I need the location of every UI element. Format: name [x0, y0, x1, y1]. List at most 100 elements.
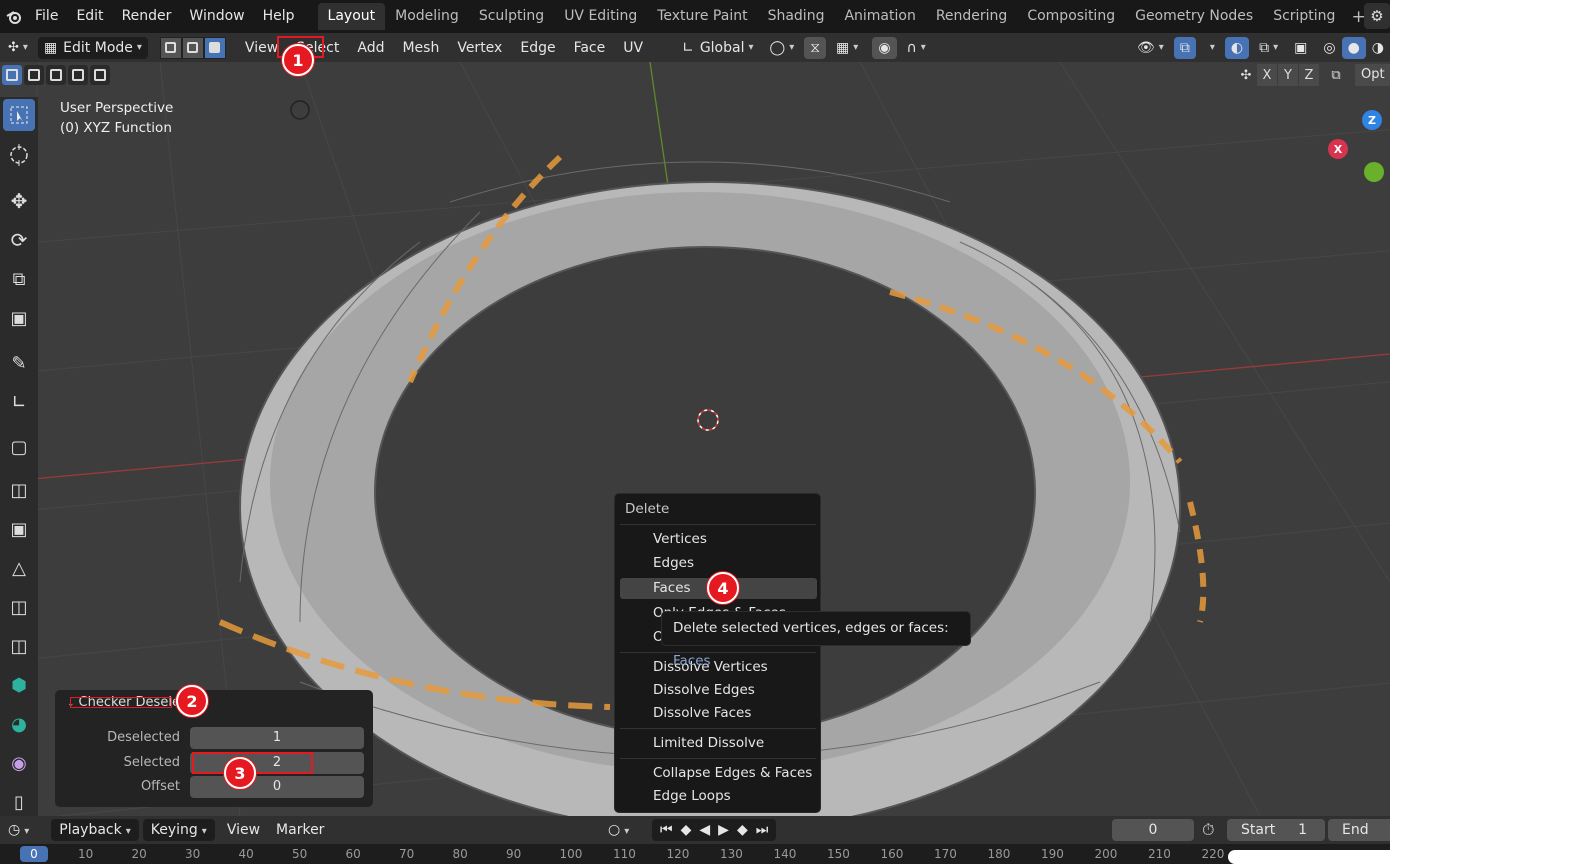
- tab-geometry-nodes[interactable]: Geometry Nodes: [1125, 3, 1263, 30]
- current-frame-indicator[interactable]: 0: [20, 846, 48, 862]
- gizmo-dropdown-icon[interactable]: ▾: [1200, 37, 1221, 59]
- stopwatch-icon[interactable]: ⏱: [1202, 820, 1214, 840]
- snap-target-icon[interactable]: ▦ ▾: [830, 37, 864, 59]
- tab-rendering[interactable]: Rendering: [926, 3, 1018, 30]
- menu-item-dissolve-vertices[interactable]: Dissolve Vertices: [620, 657, 817, 678]
- jump-keyframe-forward-icon[interactable]: ◆: [733, 822, 752, 838]
- menu-render[interactable]: Render: [113, 0, 181, 33]
- tab-modeling[interactable]: Modeling: [385, 3, 469, 30]
- mode-dropdown[interactable]: ▦ Edit Mode ▾: [37, 36, 148, 59]
- tab-texture-paint[interactable]: Texture Paint: [647, 3, 757, 30]
- deselected-field[interactable]: 1: [190, 727, 364, 749]
- add-cube-tool-icon[interactable]: ▢: [3, 431, 35, 463]
- poly-build-tool-icon[interactable]: ⬢: [3, 669, 35, 701]
- menu-item-edges[interactable]: Edges: [620, 553, 817, 574]
- pivot-icon[interactable]: ◯ ▾: [764, 37, 801, 59]
- visibility-icon[interactable]: 👁 ▾: [1131, 37, 1170, 59]
- overlays-dropdown-icon[interactable]: ⧉ ▾: [1253, 37, 1284, 59]
- move-tool-icon[interactable]: ✥: [3, 185, 35, 217]
- menu-item-edge-loops[interactable]: Edge Loops: [620, 786, 817, 807]
- transform-tool-icon[interactable]: ▣: [3, 302, 35, 334]
- select-box-tool-icon[interactable]: [3, 99, 35, 131]
- mirror-x-toggle[interactable]: X: [1257, 64, 1277, 86]
- menu-item-dissolve-faces[interactable]: Dissolve Faces: [620, 703, 817, 724]
- timeline-editor-icon[interactable]: ◷ ▾: [0, 822, 37, 838]
- menu-face[interactable]: Face: [565, 37, 615, 59]
- menu-mesh[interactable]: Mesh: [393, 37, 448, 59]
- tab-compositing[interactable]: Compositing: [1017, 3, 1125, 30]
- keying-dropdown[interactable]: Keying ▾: [142, 819, 215, 841]
- menu-window[interactable]: Window: [180, 0, 253, 33]
- auto-merge-icon[interactable]: ⧉: [1326, 64, 1346, 86]
- inset-tool-icon[interactable]: ▣: [3, 513, 35, 545]
- play-reverse-icon[interactable]: ◀: [695, 822, 714, 838]
- xray-icon[interactable]: ▣: [1288, 37, 1313, 59]
- vertex-select-icon[interactable]: [159, 36, 182, 59]
- wireframe-shading-icon[interactable]: ◎: [1317, 37, 1341, 59]
- annotate-tool-icon[interactable]: ✎: [3, 347, 35, 379]
- menu-help[interactable]: Help: [254, 0, 304, 33]
- menu-item-collapse[interactable]: Collapse Edges & Faces: [620, 763, 817, 784]
- proportional-edit-icon[interactable]: ◉: [872, 36, 897, 59]
- solid-shading-icon[interactable]: ●: [1341, 36, 1366, 59]
- tab-sculpting[interactable]: Sculpting: [469, 3, 554, 30]
- loop-cut-tool-icon[interactable]: ◫: [3, 591, 35, 623]
- blender-logo-icon[interactable]: [6, 9, 22, 25]
- start-frame-field[interactable]: Start 1: [1227, 819, 1325, 841]
- scale-tool-icon[interactable]: ⧉: [3, 263, 35, 295]
- menu-add[interactable]: Add: [348, 37, 393, 59]
- knife-tool-icon[interactable]: ◫: [3, 630, 35, 662]
- tab-animation[interactable]: Animation: [834, 3, 925, 30]
- material-shading-icon[interactable]: ◑: [1366, 37, 1390, 59]
- select-subtract-icon[interactable]: [46, 65, 66, 85]
- menu-item-limited-dissolve[interactable]: Limited Dissolve: [620, 733, 817, 754]
- select-new-icon[interactable]: [2, 65, 22, 85]
- end-frame-field[interactable]: End: [1328, 819, 1390, 841]
- select-extend-icon[interactable]: [24, 65, 44, 85]
- bevel-tool-icon[interactable]: △: [3, 552, 35, 584]
- current-frame-field[interactable]: 0: [1112, 819, 1194, 841]
- timeline-view-menu[interactable]: View: [219, 822, 268, 838]
- menu-file[interactable]: File: [26, 0, 67, 33]
- tab-layout[interactable]: Layout: [317, 3, 386, 30]
- tab-scripting[interactable]: Scripting: [1263, 3, 1345, 30]
- extrude-tool-icon[interactable]: ◫: [3, 474, 35, 506]
- cursor-tool-icon[interactable]: [3, 139, 35, 171]
- gizmo-x-axis[interactable]: X: [1328, 139, 1348, 159]
- select-intersect-icon[interactable]: [90, 65, 110, 85]
- shear-tool-icon[interactable]: ▯: [3, 786, 35, 818]
- select-invert-icon[interactable]: [68, 65, 88, 85]
- tab-uv-editing[interactable]: UV Editing: [554, 3, 647, 30]
- editor-type-icon[interactable]: ✣ ▾: [2, 37, 34, 59]
- mirror-z-toggle[interactable]: Z: [1299, 64, 1319, 86]
- falloff-icon[interactable]: ∩ ▾: [901, 37, 932, 59]
- scene-selector-icon[interactable]: ⚙: [1364, 3, 1390, 29]
- menu-item-dissolve-edges[interactable]: Dissolve Edges: [620, 680, 817, 701]
- offset-field[interactable]: 0: [190, 776, 364, 798]
- timeline-ruler[interactable]: 10 20 30 40 50 60 70 80 90 100 110 120 130 140 150 160 1…: [0, 844, 1390, 864]
- auto-keying-icon[interactable]: ○ ▾: [600, 822, 637, 838]
- overlays-toggle-icon[interactable]: ◐: [1224, 36, 1250, 59]
- measure-tool-icon[interactable]: ∟: [3, 386, 35, 418]
- tab-shading[interactable]: Shading: [758, 3, 835, 30]
- menu-edge[interactable]: Edge: [511, 37, 564, 59]
- jump-keyframe-back-icon[interactable]: ◆: [677, 822, 696, 838]
- menu-vertex[interactable]: Vertex: [448, 37, 511, 59]
- timeline-marker-menu[interactable]: Marker: [268, 822, 332, 838]
- menu-uv[interactable]: UV: [614, 37, 652, 59]
- snap-icon[interactable]: ⧖: [804, 36, 827, 59]
- rotate-tool-icon[interactable]: ⟳: [3, 224, 35, 256]
- playback-dropdown[interactable]: Playback ▾: [51, 819, 139, 841]
- menu-edit[interactable]: Edit: [67, 0, 112, 33]
- play-icon[interactable]: ▶: [714, 822, 733, 838]
- edge-select-icon[interactable]: [181, 36, 204, 59]
- orientation-dropdown[interactable]: ∟ Global ▾: [676, 37, 759, 59]
- jump-start-icon[interactable]: ⏮: [656, 822, 677, 838]
- gizmo-toggle-icon[interactable]: ⧉: [1173, 36, 1196, 59]
- spin-tool-icon[interactable]: ◕: [3, 708, 35, 740]
- gizmo-y-axis[interactable]: [1364, 162, 1384, 182]
- options-dropdown[interactable]: Opt: [1355, 64, 1390, 86]
- mirror-y-toggle[interactable]: Y: [1278, 64, 1298, 86]
- menu-item-vertices[interactable]: Vertices: [620, 529, 817, 550]
- face-select-icon[interactable]: [203, 36, 226, 59]
